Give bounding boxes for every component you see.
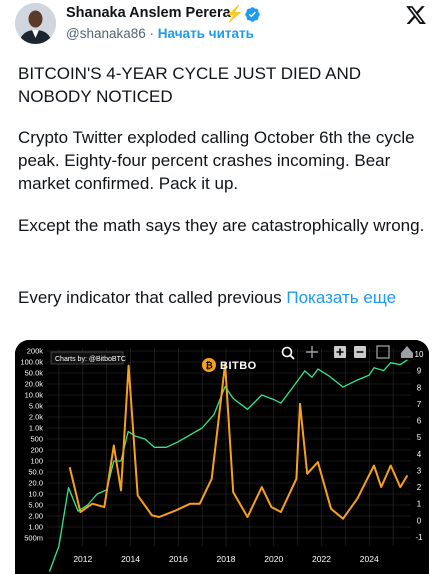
y-left-tick-label: 2.0k (29, 413, 43, 422)
y-left-tick-label: 10.0k (25, 391, 44, 400)
verified-badge-icon[interactable] (244, 6, 261, 23)
chart-brand: BITBO (220, 360, 257, 372)
x-logo-icon[interactable] (405, 4, 427, 26)
chart-background (15, 340, 429, 574)
y-left-tick-label: 5.0k (29, 402, 43, 411)
y-right-tick-label: 4 (417, 450, 422, 459)
y-left-tick-label: 500 (30, 435, 43, 444)
author-meta: @shanaka86 · Начать читать (66, 26, 254, 41)
y-right-tick-label: 2 (417, 483, 422, 492)
y-left-tick-label: 10.0 (28, 490, 43, 499)
y-left-tick-label: 1.0k (29, 424, 43, 433)
x-tick-label: 2018 (217, 554, 236, 564)
follow-button[interactable]: Начать читать (158, 26, 254, 41)
y-right-tick-label: 8 (417, 383, 422, 392)
y-left-tick-label: 20.0k (25, 380, 44, 389)
tweet-paragraph-truncated: Every indicator that called previous Пок… (18, 286, 428, 309)
y-left-tick-label: 5.00 (28, 501, 43, 510)
y-right-tick-label: 1 (417, 500, 422, 509)
tweet-paragraph: Except the math says they are catastroph… (18, 216, 425, 235)
bitbo-logo-glyph: ₿ (205, 361, 212, 371)
avatar[interactable] (15, 3, 56, 44)
x-tick-label: 2014 (121, 554, 140, 564)
x-tick-label: 2016 (169, 554, 188, 564)
avatar-image (15, 3, 56, 44)
y-right-tick-label: 9 (417, 367, 422, 376)
y-right-tick-label: 0 (417, 516, 422, 525)
x-tick-label: 2022 (312, 554, 331, 564)
y-left-tick-label: 50.0 (28, 468, 43, 477)
chart-credit: Charts by: @BitboBTC (55, 356, 126, 363)
y-left-tick-label: 100 (30, 457, 43, 466)
y-right-tick-label: -1 (415, 533, 423, 542)
y-left-tick-label: 50.0k (25, 369, 44, 378)
x-tick-label: 2020 (264, 554, 283, 564)
y-left-tick-label: 100.0k (20, 358, 43, 367)
y-right-tick-label: 10 (415, 350, 424, 359)
y-left-tick-label: 200k (27, 347, 44, 356)
tweet-headline: BITCOIN'S 4-YEAR CYCLE JUST DIED AND NOB… (18, 64, 362, 106)
author-handle[interactable]: @shanaka86 (66, 26, 146, 41)
tweet-media-chart[interactable]: 200k 100.0k 50.0k 20.0k 10.0k 5.0k 2.0k 1.0k 500… (15, 340, 429, 574)
x-tick-label: 2012 (73, 554, 92, 564)
tweet-paragraph-text: Every indicator that called previous (18, 288, 282, 307)
y-left-tick-label: 1.00 (28, 523, 43, 532)
y-right-tick-label: 7 (417, 400, 422, 409)
y-right-tick-label: 6 (417, 417, 422, 426)
tweet-header: Shanaka Anslem Perera ⚡ @shanaka86 · Нач… (0, 0, 444, 56)
lightning-emoji: ⚡ (224, 6, 244, 23)
y-right-tick-label: 3 (417, 466, 422, 475)
y-left-tick-label: 20.0 (28, 479, 43, 488)
y-left-tick-label: 2.00 (28, 512, 43, 521)
chart-svg: 200k 100.0k 50.0k 20.0k 10.0k 5.0k 2.0k 1.0k 500… (15, 340, 429, 574)
show-more-link[interactable]: Показать еще (286, 288, 396, 307)
x-tick-label: 2024 (360, 554, 379, 564)
y-right-tick-label: 5 (417, 433, 422, 442)
tweet-paragraph: Crypto Twitter exploded calling October … (18, 128, 415, 193)
y-left-tick-label: 200 (30, 446, 43, 455)
y-left-tick-label: 500m (24, 534, 43, 543)
author-name[interactable]: Shanaka Anslem Perera (66, 5, 231, 21)
separator-dot: · (149, 26, 155, 41)
